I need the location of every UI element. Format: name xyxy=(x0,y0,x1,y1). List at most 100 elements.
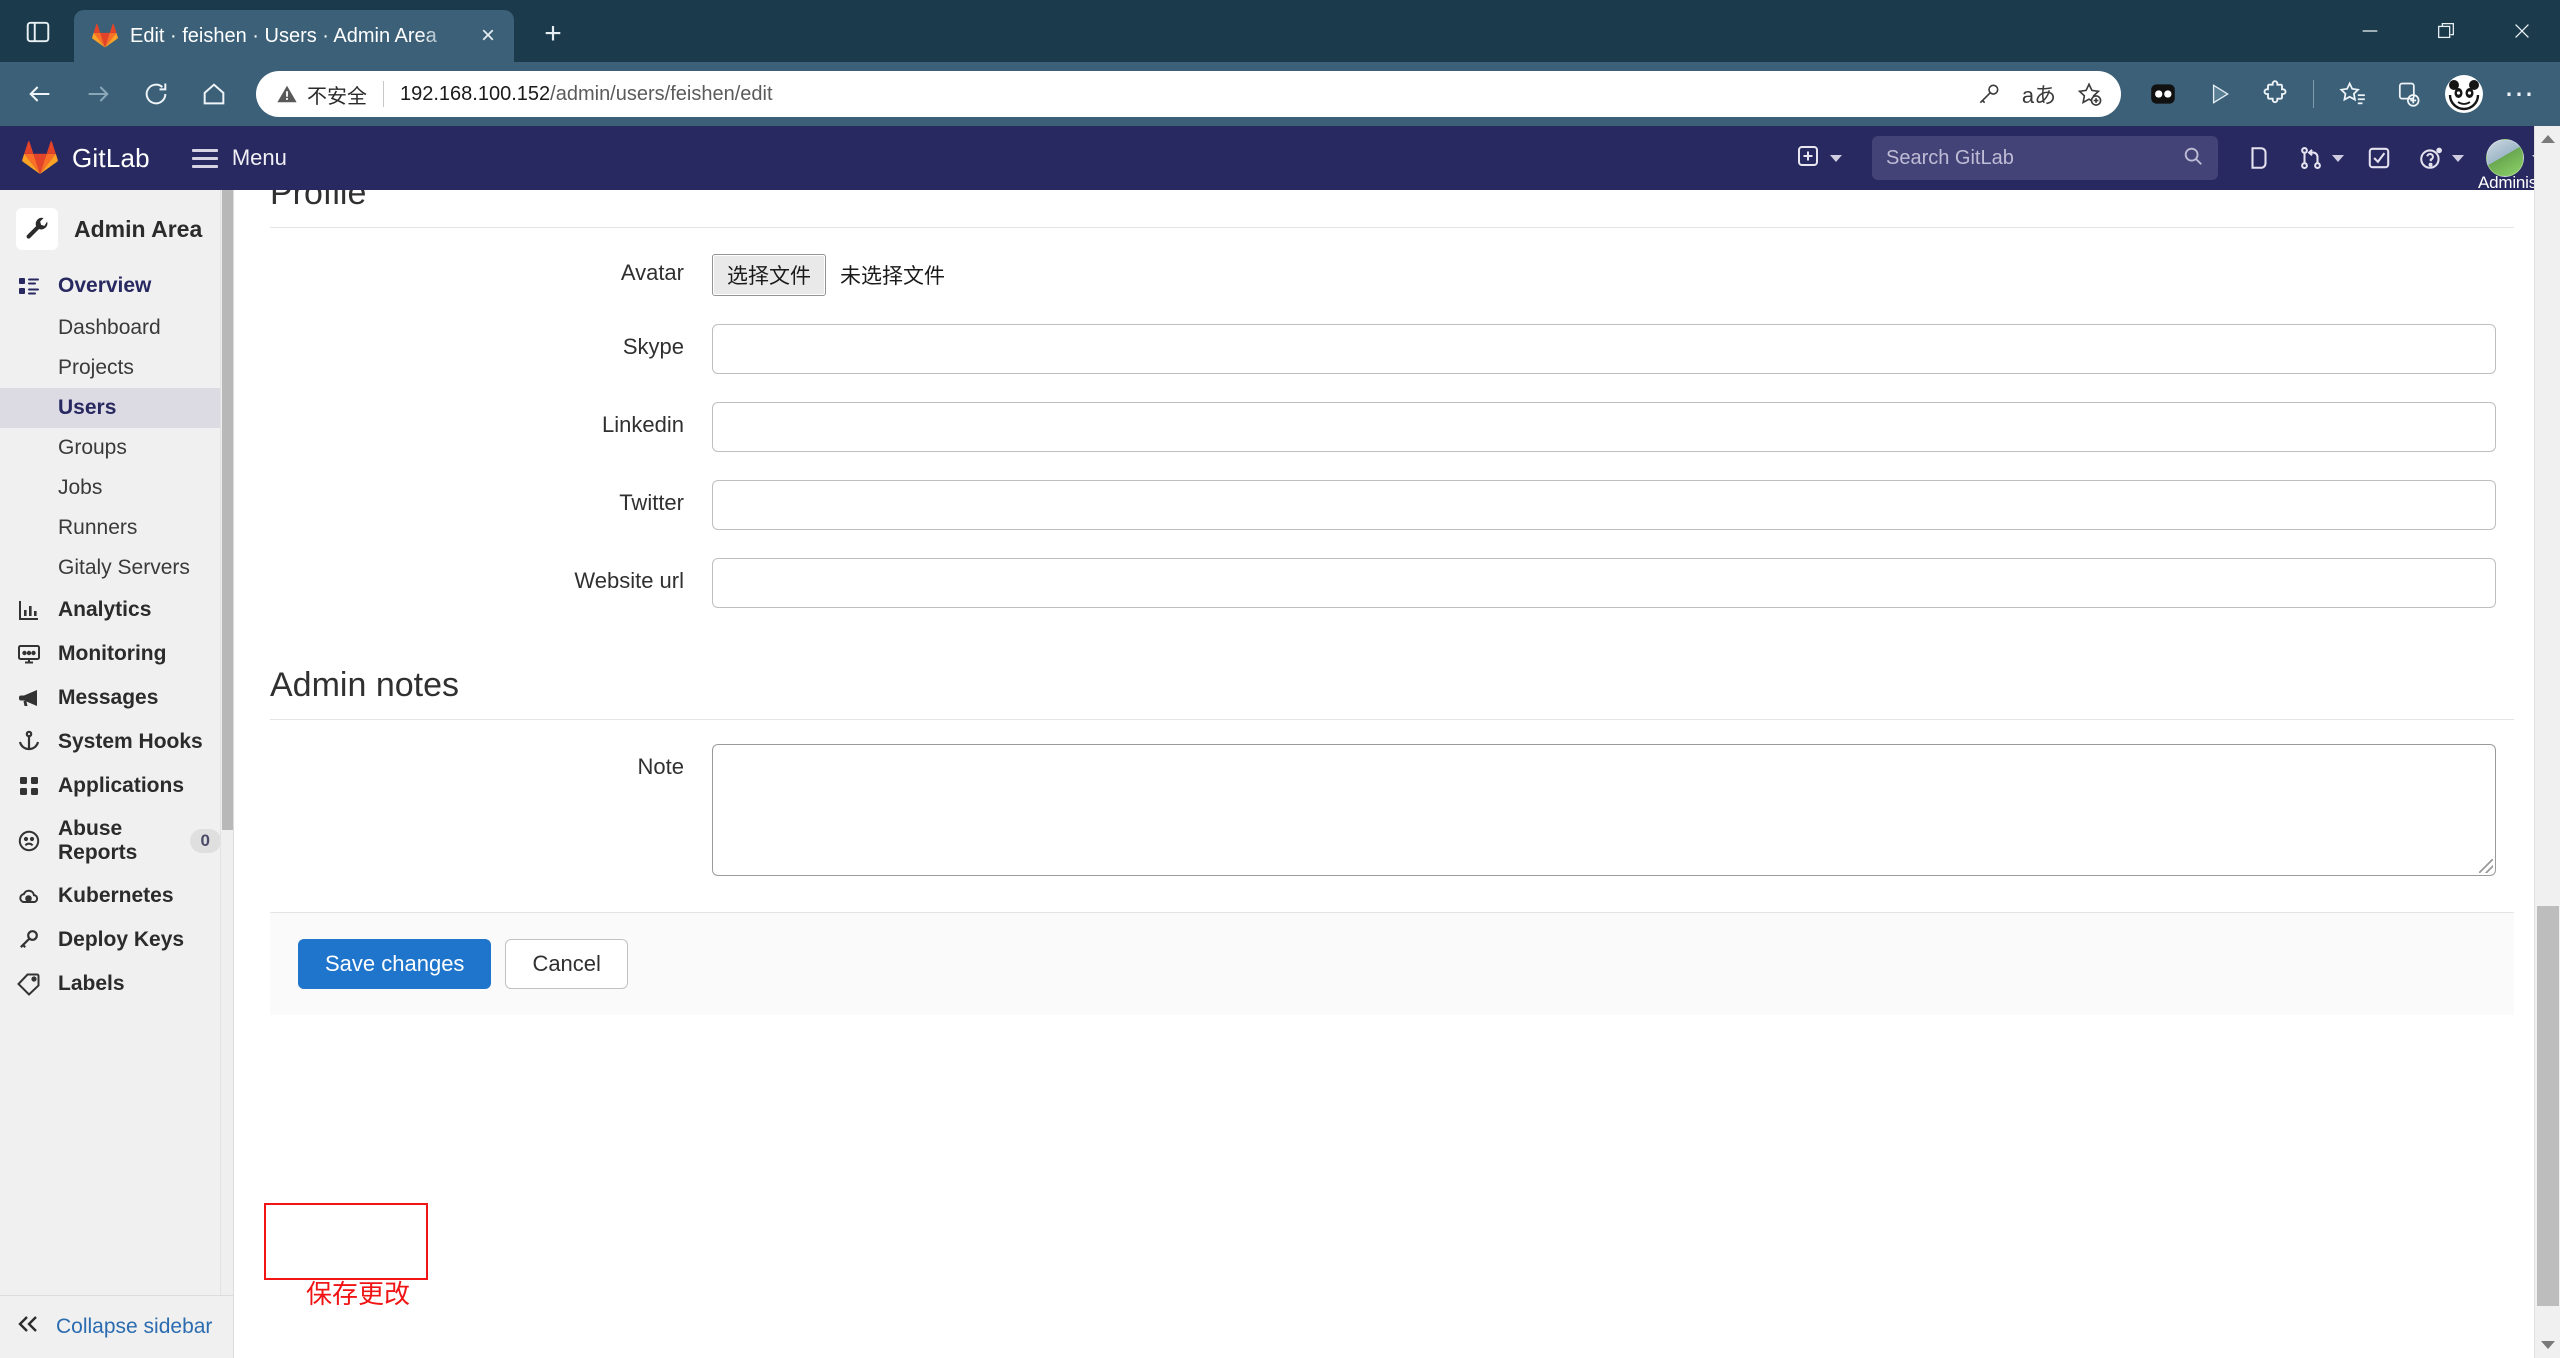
sidebar-item-system-hooks[interactable]: System Hooks xyxy=(0,720,233,764)
twitter-label: Twitter xyxy=(619,490,684,515)
sidebar-item-analytics[interactable]: Analytics xyxy=(0,588,233,632)
collapse-sidebar-label: Collapse sidebar xyxy=(56,1315,213,1338)
add-favorite-icon[interactable] xyxy=(2067,74,2111,114)
sidebar-item-overview[interactable]: Overview xyxy=(0,264,233,308)
close-icon[interactable] xyxy=(2484,0,2560,62)
split-screen-icon[interactable] xyxy=(2137,68,2189,120)
search-input[interactable]: Search GitLab xyxy=(1872,136,2218,180)
create-new-dropdown[interactable] xyxy=(1780,144,1858,173)
linkedin-label: Linkedin xyxy=(602,412,684,437)
back-icon[interactable] xyxy=(14,68,66,120)
twitter-input[interactable] xyxy=(712,480,2496,530)
issues-icon[interactable] xyxy=(2232,131,2286,185)
collections-icon[interactable] xyxy=(2382,68,2434,120)
choose-file-button[interactable]: 选择文件 xyxy=(712,254,826,296)
sidebar-item-abuse-reports[interactable]: Abuse Reports 0 xyxy=(0,808,233,874)
form-row-twitter: Twitter xyxy=(252,466,2532,544)
linkedin-input[interactable] xyxy=(712,402,2496,452)
website-url-input[interactable] xyxy=(712,558,2496,608)
sidebar-item-messages[interactable]: Messages xyxy=(0,676,233,720)
omnibox-icons: aあ xyxy=(1967,74,2111,114)
skype-field xyxy=(712,324,2532,374)
grid-apps-icon xyxy=(16,773,42,799)
scroll-down-arrow-icon[interactable] xyxy=(2535,1332,2560,1358)
restore-icon[interactable] xyxy=(2408,0,2484,62)
page-scrollbar-thumb[interactable] xyxy=(2537,906,2559,1306)
help-icon[interactable] xyxy=(2406,131,2472,185)
gitlab-menu-label: Menu xyxy=(231,145,287,170)
sidebar-item-deploy-keys[interactable]: Deploy Keys xyxy=(0,918,233,962)
key-icon[interactable] xyxy=(1967,74,2011,114)
url-text: 192.168.100.152/admin/users/feishen/edit xyxy=(400,83,773,106)
page-scrollbar[interactable] xyxy=(2534,126,2560,1358)
annotation-label: 保存更改 xyxy=(306,1279,411,1309)
double-chevron-left-icon xyxy=(16,1312,40,1342)
note-textarea[interactable] xyxy=(712,744,2496,876)
minimize-icon[interactable] xyxy=(2332,0,2408,62)
sidebar-item-label: Jobs xyxy=(58,476,103,499)
tab-title: Edit · feishen · Users · Admin Area xyxy=(130,24,437,47)
play-icon[interactable] xyxy=(2193,68,2245,120)
save-changes-button[interactable]: Save changes xyxy=(298,939,492,989)
sidebar-item-applications[interactable]: Applications xyxy=(0,764,233,808)
gitlab-menu-button[interactable]: Menu xyxy=(191,145,287,171)
new-tab-button[interactable]: + xyxy=(530,11,576,57)
sidebar-item-groups[interactable]: Groups xyxy=(0,428,233,468)
scroll-up-arrow-icon[interactable] xyxy=(2535,126,2560,152)
browser-tab[interactable]: Edit · feishen · Users · Admin Area × xyxy=(74,10,514,62)
sidebar-item-label: Gitaly Servers xyxy=(58,556,190,579)
cloud-gear-icon xyxy=(16,883,42,909)
collapse-sidebar-button[interactable]: Collapse sidebar xyxy=(0,1295,233,1358)
avatar-field: 选择文件 未选择文件 xyxy=(712,250,2532,296)
chevron-down-icon xyxy=(2332,154,2344,162)
sidebar-item-labels[interactable]: Labels xyxy=(0,962,233,1006)
tab-actions-icon[interactable] xyxy=(14,8,62,56)
sidebar-header[interactable]: Admin Area xyxy=(0,190,233,264)
sidebar-item-label: Deploy Keys xyxy=(58,928,185,951)
todos-icon[interactable] xyxy=(2352,131,2406,185)
resize-handle-icon[interactable] xyxy=(2479,859,2493,873)
sidebar-item-kubernetes[interactable]: Kubernetes xyxy=(0,874,233,918)
address-bar[interactable]: 不安全 192.168.100.152/admin/users/feishen/… xyxy=(256,71,2121,117)
extensions-icon[interactable] xyxy=(2249,68,2301,120)
url-path: /admin/users/feishen/edit xyxy=(550,82,773,105)
sidebar-header-label: Admin Area xyxy=(74,215,203,242)
settings-more-icon[interactable]: ⋯ xyxy=(2494,68,2546,120)
search-icon xyxy=(2182,145,2204,172)
profile-avatar-icon[interactable] xyxy=(2438,68,2490,120)
sidebar-scrollbar[interactable] xyxy=(220,190,233,1295)
forward-icon[interactable] xyxy=(72,68,124,120)
cancel-button[interactable]: Cancel xyxy=(505,939,628,989)
website-url-field xyxy=(712,558,2532,608)
sidebar-item-label: Analytics xyxy=(58,598,152,621)
tab-strip: Edit · feishen · Users · Admin Area × + xyxy=(0,0,2560,62)
sidebar-item-label: Labels xyxy=(58,972,125,995)
tab-close-icon[interactable]: × xyxy=(472,22,504,50)
form-row-skype: Skype xyxy=(252,310,2532,388)
sidebar-item-label: System Hooks xyxy=(58,730,203,753)
form-actions-bar: Save changes Cancel xyxy=(270,912,2514,1015)
user-avatar xyxy=(2486,139,2524,177)
sidebar-item-runners[interactable]: Runners xyxy=(0,508,233,548)
sidebar-item-gitaly-servers[interactable]: Gitaly Servers xyxy=(0,548,233,588)
file-input-control[interactable]: 选择文件 未选择文件 xyxy=(712,250,2496,296)
sidebar-item-jobs[interactable]: Jobs xyxy=(0,468,233,508)
home-icon[interactable] xyxy=(188,68,240,120)
merge-requests-icon[interactable] xyxy=(2286,131,2352,185)
sad-face-icon xyxy=(16,828,42,854)
sidebar-item-projects[interactable]: Projects xyxy=(0,348,233,388)
window-controls xyxy=(2332,0,2560,62)
file-status-label: 未选择文件 xyxy=(840,265,945,288)
gitlab-navbar-right: Search GitLab Adminis xyxy=(1780,131,2560,192)
sidebar-item-dashboard[interactable]: Dashboard xyxy=(0,308,233,348)
reload-icon[interactable] xyxy=(130,68,182,120)
sidebar-scrollbar-thumb[interactable] xyxy=(222,190,233,830)
security-indicator[interactable]: 不安全 xyxy=(276,80,367,109)
skype-input[interactable] xyxy=(712,324,2496,374)
sidebar-item-users[interactable]: Users xyxy=(0,388,233,428)
favorites-icon[interactable] xyxy=(2326,68,2378,120)
browser-window: Edit · feishen · Users · Admin Area × + xyxy=(0,0,2560,1358)
translate-icon[interactable]: aあ xyxy=(2017,74,2061,114)
gitlab-brand[interactable]: GitLab xyxy=(22,140,150,176)
sidebar-item-monitoring[interactable]: Monitoring xyxy=(0,632,233,676)
